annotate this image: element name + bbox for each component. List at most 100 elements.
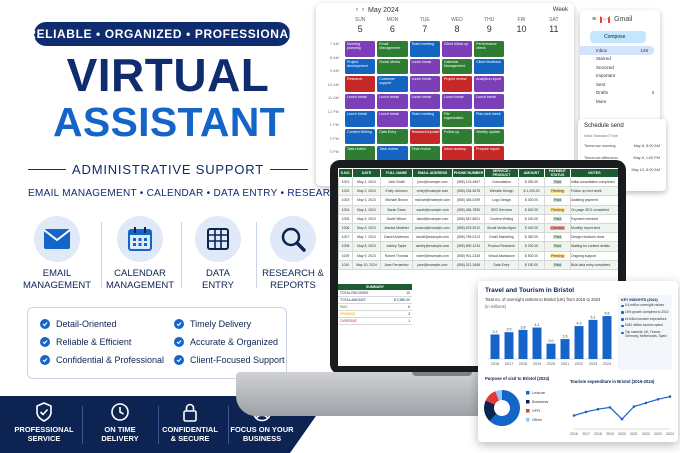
sheet-cell[interactable]: (555) 345-6789 <box>452 195 485 206</box>
sheet-cell[interactable]: May 6, 2024 <box>352 222 381 234</box>
sheet-cell[interactable]: $ 1,200.00 <box>518 186 545 197</box>
sheet-cell[interactable]: Jessica Martinez <box>380 222 413 234</box>
calendar-day-header[interactable]: TUE 7 <box>409 17 441 39</box>
sheet-cell[interactable]: Awaiting payment <box>570 195 618 206</box>
sheet-cell[interactable]: John Smith <box>380 176 413 188</box>
sheet-cell[interactable]: daniel@example.com <box>412 232 453 243</box>
sheet-cell[interactable]: Ongoing support <box>570 250 618 261</box>
sheet-cell[interactable]: (555) 890-1234 <box>452 241 485 252</box>
sheet-column-header[interactable]: AMOUNT <box>518 168 545 178</box>
calendar-event[interactable]: Morning planning <box>345 41 376 57</box>
chevron-left-icon[interactable]: ‹ <box>356 7 358 13</box>
sheet-cell[interactable]: $ 200.00 <box>518 241 545 252</box>
sheet-cell[interactable]: 1007 <box>338 232 353 243</box>
sheet-cell[interactable]: $ 300.00 <box>518 195 545 206</box>
sheet-cell[interactable]: 1010 <box>338 259 353 270</box>
gmail-folder-item[interactable]: Drafts 4 <box>580 89 660 98</box>
sheet-cell[interactable]: $ 250.00 <box>518 176 545 188</box>
calendar-day-header[interactable]: MON 6 <box>376 17 408 39</box>
sheet-cell[interactable]: David Wilson <box>380 213 413 224</box>
sheet-row[interactable]: 1009 May 9, 2024 Robert Thomas robert@examp… <box>338 250 618 261</box>
sheet-cell[interactable]: May 8, 2024 <box>352 241 381 252</box>
calendar-event[interactable]: Follow up <box>441 128 473 144</box>
sheet-cell[interactable]: john@example.com <box>412 176 453 188</box>
sheet-cell[interactable]: 1009 <box>338 250 353 261</box>
calendar-day-header[interactable]: SUN 5 <box>344 17 376 39</box>
gmail-folder-item[interactable]: Inbox 128 <box>580 46 654 55</box>
sheet-cell[interactable]: Emily Johnson <box>380 186 413 197</box>
calendar-event[interactable]: Customer support <box>377 76 408 92</box>
calendar-event[interactable]: Team meeting <box>409 111 440 127</box>
sheet-cell[interactable]: emily@example.com <box>412 186 453 197</box>
gmail-folder-item[interactable]: Important <box>580 72 660 81</box>
gmail-folder-item[interactable]: Snoozed <box>580 63 660 72</box>
compose-button[interactable]: Compose <box>590 31 646 43</box>
sheet-column-header[interactable]: DATE <box>352 168 381 178</box>
calendar-view-select[interactable]: Week <box>553 7 568 13</box>
calendar-event[interactable]: Weekly update <box>474 128 505 144</box>
sheet-cell[interactable]: Ashley Taylor <box>380 241 413 252</box>
calendar-event[interactable]: Project development <box>345 58 376 74</box>
calendar-event[interactable]: Lunch break <box>377 111 408 127</box>
gmail-folder-item[interactable]: Sent <box>580 80 660 89</box>
sheet-cell[interactable]: $ 350.00 <box>518 232 545 243</box>
sheet-cell[interactable]: Data Entry <box>484 259 519 270</box>
calendar-event[interactable]: Lunch break <box>441 93 473 109</box>
gmail-folder-item[interactable]: More <box>580 97 660 106</box>
calendar-event[interactable]: Lunch break <box>345 93 376 109</box>
sheet-row[interactable]: 1010 May 10, 2024 Jane Fernandez jane@examp… <box>338 259 618 270</box>
calendar-event[interactable]: Team meeting <box>409 41 440 57</box>
calendar-event[interactable]: Client follow up <box>441 41 473 57</box>
sheet-cell[interactable]: Monthly report sent <box>570 222 618 234</box>
calendar-event[interactable]: Research/Update <box>409 128 440 144</box>
calendar-day-header[interactable]: THU 9 <box>473 17 505 39</box>
sheet-cell[interactable]: Pending <box>544 186 571 197</box>
sheet-cell[interactable]: (555) 234-5678 <box>452 186 485 197</box>
calendar-event[interactable]: Email Management <box>377 41 408 57</box>
sheet-cell[interactable]: Paid <box>544 259 571 270</box>
sheet-cell[interactable]: May 3, 2024 <box>352 195 381 206</box>
sheet-cell[interactable]: Logo Design <box>484 195 519 206</box>
calendar-event[interactable]: Content Writing <box>345 128 376 144</box>
sheet-cell[interactable]: david@example.com <box>412 213 453 224</box>
calendar-event[interactable]: Lunch break <box>409 76 440 92</box>
calendar-day-header[interactable]: SAT 11 <box>538 17 570 39</box>
calendar-event[interactable]: File organization <box>441 111 473 127</box>
calendar-event[interactable]: Research <box>345 76 376 92</box>
sheet-cell[interactable]: May 4, 2024 <box>352 204 381 215</box>
sheet-cell[interactable]: (555) 123-4567 <box>452 176 485 188</box>
sheet-cell[interactable]: Social Media Mgmt <box>484 222 519 234</box>
sheet-cell[interactable]: (555) 456-7890 <box>452 204 485 215</box>
sheet-cell[interactable]: Consultation <box>484 176 519 188</box>
sheet-cell[interactable]: $ 600.00 <box>518 204 545 215</box>
sheet-row[interactable]: 1002 May 2, 2024 Emily Johnson emily@exampl… <box>338 186 618 197</box>
sheet-cell[interactable]: Virtual Assistance <box>484 250 519 261</box>
sheet-column-header[interactable]: SERVICE / PRODUCT <box>484 168 519 178</box>
sheet-cell[interactable]: Design revisions done <box>570 232 618 243</box>
calendar-event[interactable]: Lunch break <box>377 93 408 109</box>
sheet-cell[interactable]: michael@example.com <box>412 195 453 206</box>
sheet-cell[interactable]: 1004 <box>338 204 353 215</box>
sheet-cell[interactable]: Paid <box>544 241 571 252</box>
sheet-column-header[interactable]: PHONE NUMBER <box>452 168 485 178</box>
sheet-cell[interactable]: Pending <box>544 204 571 215</box>
calendar-event[interactable]: Lunch break <box>345 111 376 127</box>
sheet-row[interactable]: 1003 May 3, 2024 Michael Brown michael@exam… <box>338 195 618 206</box>
calendar-event[interactable]: Lunch break <box>409 93 440 109</box>
sheet-row[interactable]: 1008 May 8, 2024 Ashley Taylor ashley@examp… <box>338 241 618 252</box>
sheet-cell[interactable]: SEO Services <box>484 204 519 215</box>
sheet-cell[interactable]: Paid <box>544 232 571 243</box>
calendar-event[interactable]: Lunch break <box>409 58 440 74</box>
sheet-cell[interactable]: jessica@example.com <box>412 222 453 234</box>
sheet-cell[interactable]: (555) 901-2345 <box>452 250 485 261</box>
sheet-cell[interactable]: ashley@example.com <box>412 241 453 252</box>
sheet-cell[interactable]: $ 500.00 <box>518 250 545 261</box>
calendar-event[interactable]: Performance check <box>474 41 505 57</box>
sheet-cell[interactable]: Paid <box>544 195 571 206</box>
sheet-column-header[interactable]: EMAIL ADDRESS <box>412 168 453 178</box>
calendar-event[interactable]: Analytics report <box>474 76 505 92</box>
sheet-cell[interactable]: (555) 567-8901 <box>452 213 485 224</box>
sheet-cell[interactable]: Follow up next week <box>570 186 618 197</box>
calendar-event[interactable]: Calendar Management <box>441 58 473 74</box>
sheet-cell[interactable]: $ 180.00 <box>518 259 545 270</box>
